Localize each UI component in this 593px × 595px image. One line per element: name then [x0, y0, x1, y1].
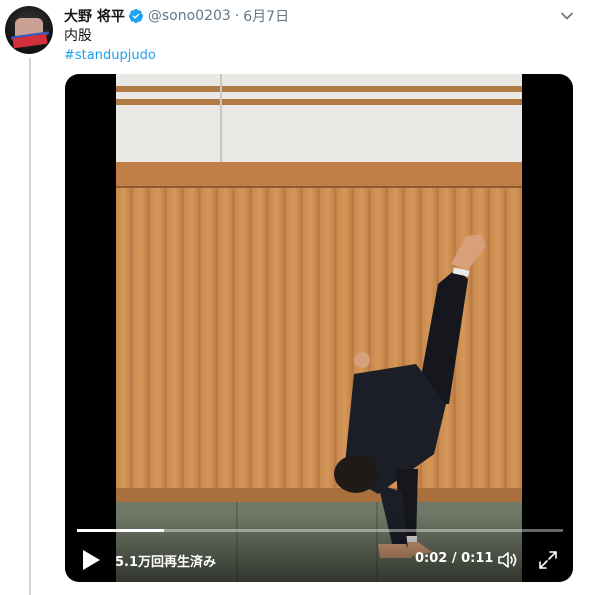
progress-fill — [77, 529, 165, 532]
user-handle[interactable]: @sono0203 — [148, 8, 231, 24]
tweet-text: 内股 — [64, 28, 92, 44]
separator-dot: · — [234, 8, 240, 24]
display-name[interactable]: 大野 将平 — [64, 6, 125, 26]
video-controls: 5.1万回再生済み 0:02 / 0:11 — [65, 514, 573, 582]
thread-line — [29, 58, 31, 595]
play-icon[interactable] — [81, 549, 101, 571]
hashtag-link[interactable]: #standupjudo — [64, 48, 156, 63]
video-player[interactable]: 5.1万回再生済み 0:02 / 0:11 — [65, 74, 573, 582]
avatar[interactable] — [5, 6, 53, 54]
fullscreen-icon[interactable] — [539, 551, 557, 569]
video-frame[interactable] — [116, 74, 522, 582]
time-display: 0:02 / 0:11 — [415, 551, 494, 566]
tweet-header: 大野 将平 @sono0203 · 6月7日 — [64, 6, 289, 26]
view-count: 5.1万回再生済み — [115, 555, 217, 570]
progress-bar[interactable] — [77, 529, 563, 532]
athlete-figure — [334, 234, 486, 558]
tweet-date[interactable]: 6月7日 — [243, 6, 289, 26]
tweet[interactable]: 大野 将平 @sono0203 · 6月7日 内股 #standupjudo 5… — [0, 0, 593, 595]
caret-down-icon[interactable] — [560, 9, 574, 23]
volume-icon[interactable] — [497, 550, 519, 570]
verified-badge-icon — [128, 9, 143, 23]
